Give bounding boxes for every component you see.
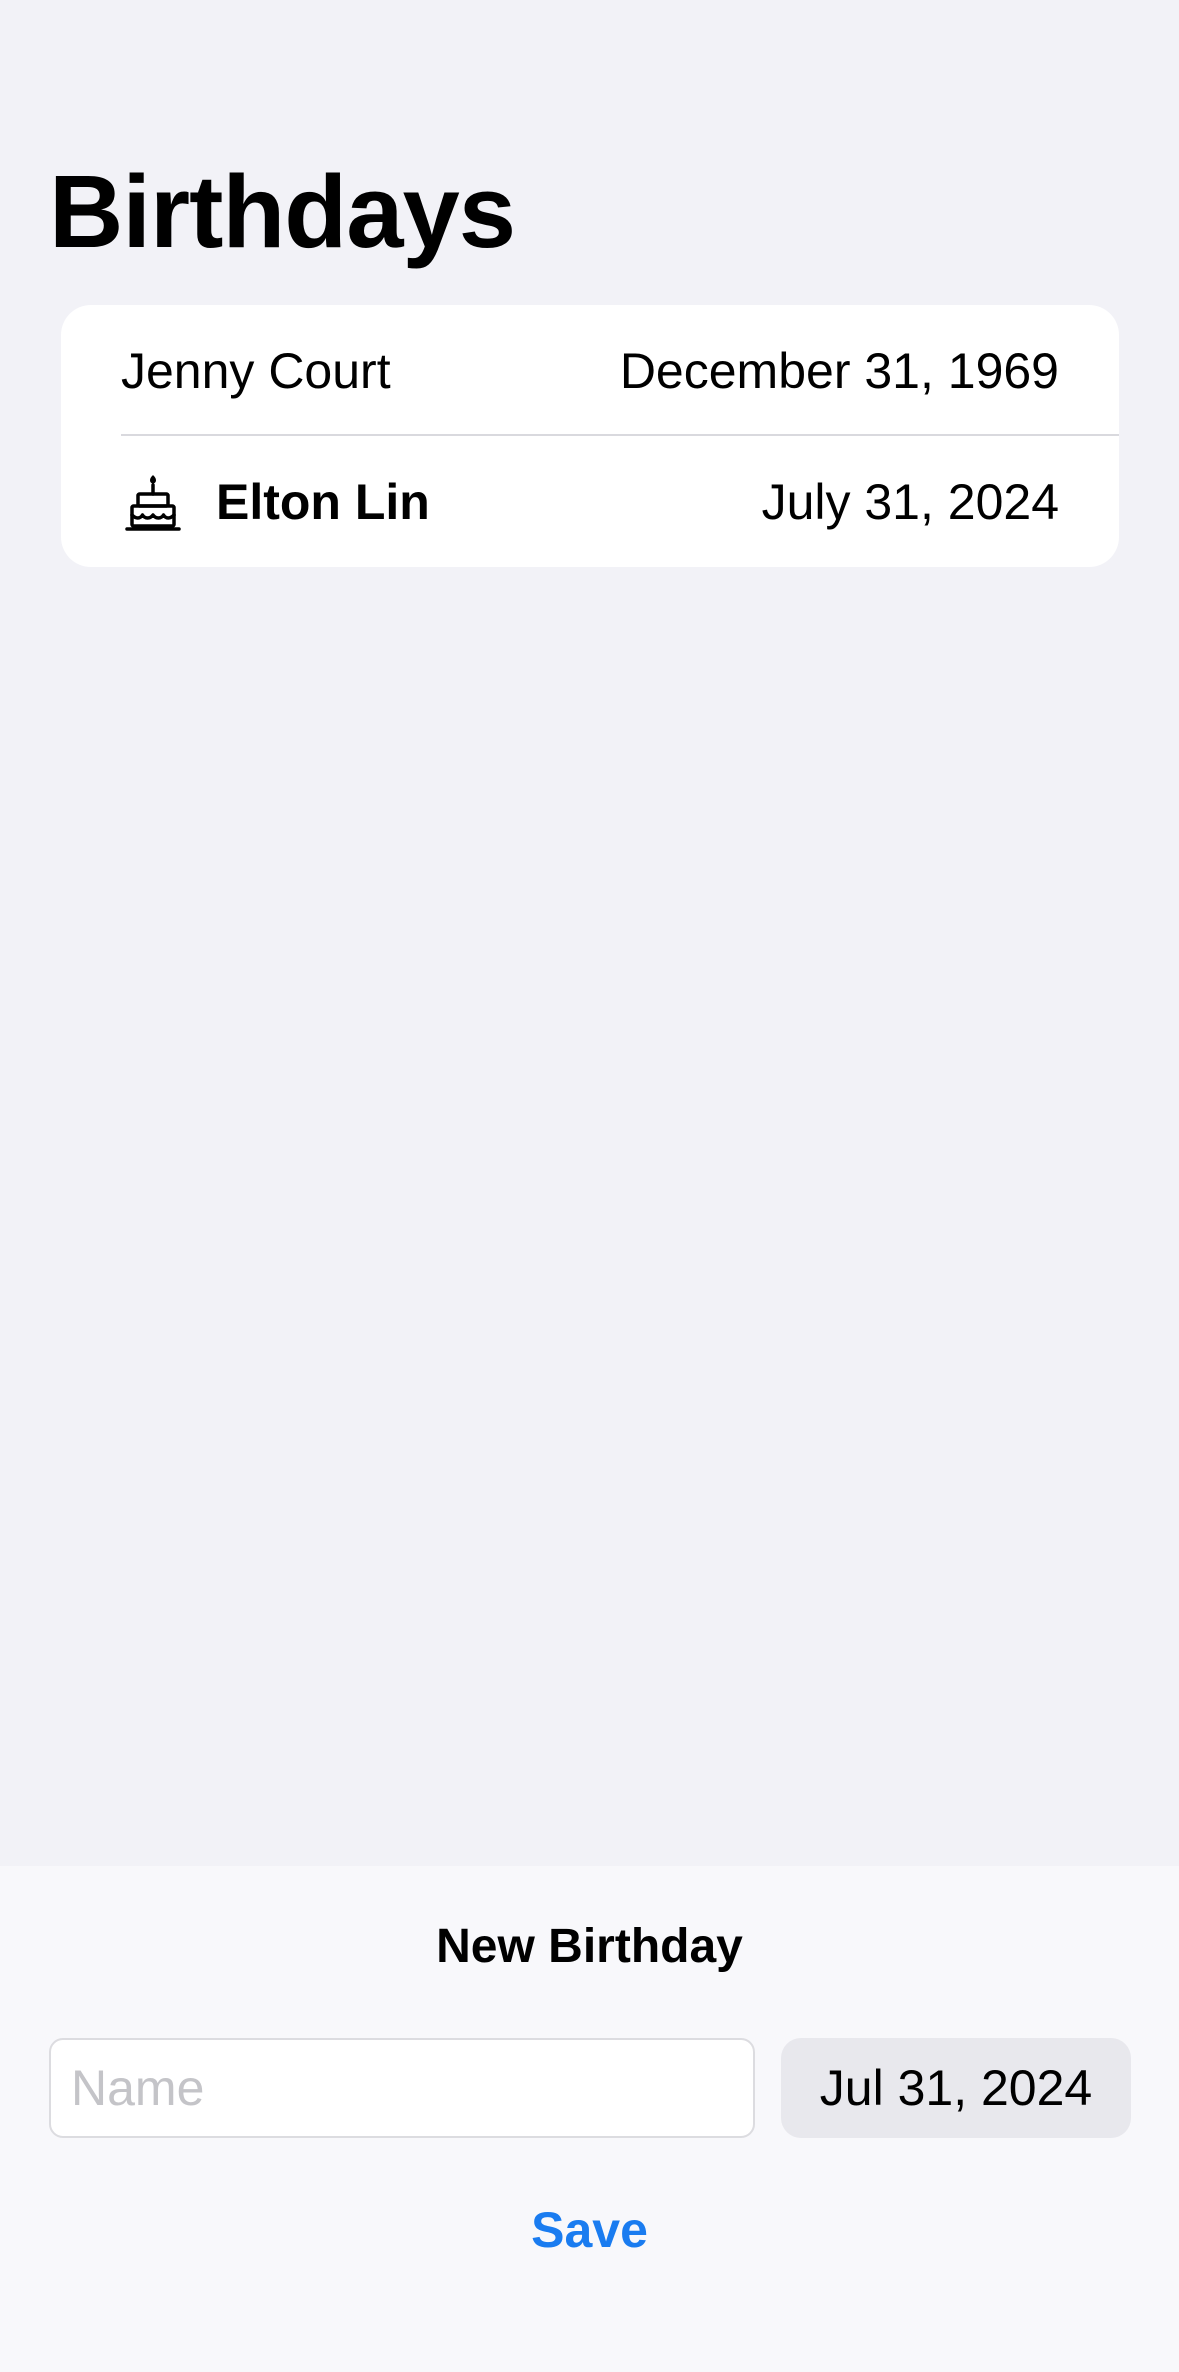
page-title: Birthdays xyxy=(49,154,516,269)
list-item[interactable]: Jenny Court December 31, 1969 xyxy=(61,305,1119,436)
birthday-date: July 31, 2024 xyxy=(761,473,1059,530)
birthday-date: December 31, 1969 xyxy=(619,342,1059,399)
list-item[interactable]: Elton Lin July 31, 2024 xyxy=(61,436,1119,567)
save-button[interactable]: Save xyxy=(0,2201,1179,2259)
name-input[interactable] xyxy=(49,2038,755,2138)
birthdays-screen: Birthdays Jenny Court December 31, 1969 … xyxy=(0,0,1179,2372)
new-birthday-title: New Birthday xyxy=(436,1920,743,1973)
birthday-list: Jenny Court December 31, 1969 Elton Lin … xyxy=(61,305,1119,567)
birthday-cake-icon xyxy=(125,474,181,532)
birthday-name: Jenny Court xyxy=(121,342,391,399)
date-picker-button[interactable]: Jul 31, 2024 xyxy=(781,2038,1131,2138)
new-birthday-panel: New Birthday Jul 31, 2024 Save xyxy=(0,1866,1179,2372)
birthday-name: Elton Lin xyxy=(216,473,430,530)
